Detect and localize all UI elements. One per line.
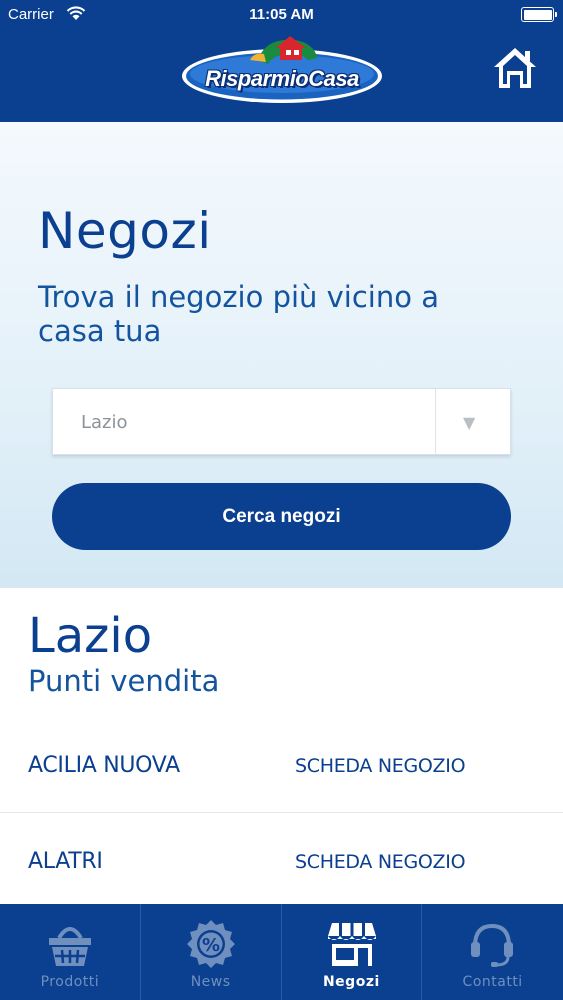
list-item[interactable]: ACILIA NUOVA SCHEDA NEGOZIO bbox=[0, 717, 563, 813]
store-search-panel: Negozi Trova il negozio più vicino a cas… bbox=[0, 122, 563, 588]
tab-label: Prodotti bbox=[40, 974, 100, 990]
region-select-value: Lazio bbox=[81, 412, 128, 433]
results-subtitle: Punti vendita bbox=[28, 664, 220, 698]
status-bar: Carrier 11:05 AM bbox=[0, 0, 563, 30]
tab-negozi[interactable]: Negozi bbox=[282, 904, 423, 1000]
store-detail-link[interactable]: SCHEDA NEGOZIO bbox=[295, 851, 466, 873]
tab-label: Contatti bbox=[462, 974, 523, 990]
app-header: Carrier 11:05 AM RisparmioCasa bbox=[0, 0, 563, 122]
battery-icon bbox=[521, 7, 557, 22]
tab-contatti[interactable]: Contatti bbox=[422, 904, 563, 1000]
page-subtitle: Trova il negozio più vicino a casa tua bbox=[38, 280, 439, 348]
search-stores-button[interactable]: Cerca negozi bbox=[52, 483, 511, 550]
store-name: ACILIA NUOVA bbox=[28, 753, 180, 778]
clock: 11:05 AM bbox=[249, 6, 314, 23]
tab-label: News bbox=[190, 974, 231, 990]
tab-prodotti[interactable]: Prodotti bbox=[0, 904, 141, 1000]
svg-text:%: % bbox=[202, 935, 220, 956]
list-item[interactable]: ALATRI SCHEDA NEGOZIO bbox=[0, 813, 563, 909]
chevron-down-icon[interactable]: ▼ bbox=[463, 413, 475, 432]
tab-news[interactable]: % News bbox=[141, 904, 282, 1000]
brand-logo[interactable]: RisparmioCasa bbox=[180, 30, 384, 106]
store-detail-link[interactable]: SCHEDA NEGOZIO bbox=[295, 755, 466, 777]
region-select[interactable]: Lazio ▼ bbox=[52, 388, 511, 455]
store-name: ALATRI bbox=[28, 849, 103, 874]
store-icon bbox=[327, 923, 376, 966]
select-divider bbox=[435, 389, 436, 454]
results-region-title: Lazio bbox=[28, 608, 153, 664]
logo-wordmark: RisparmioCasa bbox=[205, 66, 359, 91]
tab-bar: Prodotti % News Negozi Contatti bbox=[0, 904, 563, 1000]
home-icon[interactable] bbox=[492, 46, 538, 90]
basket-icon bbox=[49, 927, 91, 966]
page-title: Negozi bbox=[38, 202, 212, 260]
percent-badge-icon: % bbox=[186, 920, 235, 968]
tab-label: Negozi bbox=[322, 974, 380, 990]
headset-icon bbox=[471, 923, 514, 967]
